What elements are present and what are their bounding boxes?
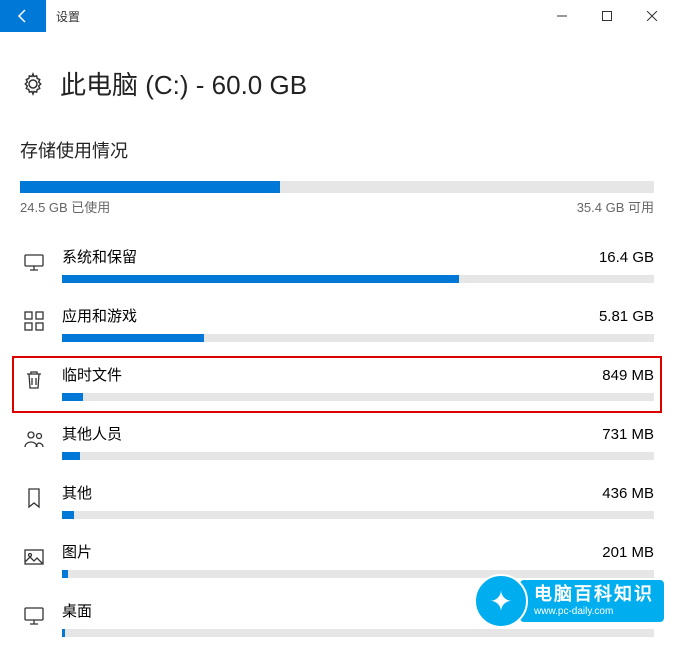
- category-system[interactable]: 系统和保留 16.4 GB: [20, 238, 654, 297]
- category-label: 应用和游戏: [62, 305, 137, 326]
- category-label: 临时文件: [62, 364, 122, 385]
- category-size: 201 MB: [602, 544, 654, 561]
- category-label: 其他: [62, 482, 92, 503]
- category-bar: [62, 452, 654, 460]
- window-title: 设置: [56, 8, 539, 25]
- category-size: 436 MB: [602, 485, 654, 502]
- category-temp[interactable]: 临时文件 849 MB: [12, 356, 662, 413]
- category-size: 16.4 GB: [599, 249, 654, 266]
- storage-total-bar: [20, 181, 654, 193]
- category-bar-fill: [62, 570, 68, 578]
- category-bar: [62, 334, 654, 342]
- category-label: 系统和保留: [62, 246, 137, 267]
- watermark-brand: 电脑百科知识: [534, 584, 654, 606]
- maximize-button[interactable]: [584, 0, 629, 32]
- close-button[interactable]: [629, 0, 674, 32]
- monitor-icon: [20, 602, 48, 630]
- category-bar: [62, 393, 654, 401]
- category-other[interactable]: 其他 436 MB: [20, 474, 654, 533]
- minimize-icon: [557, 11, 567, 21]
- category-body: 应用和游戏 5.81 GB: [62, 305, 654, 342]
- page-title: 此电脑 (C:) - 60.0 GB: [60, 65, 307, 102]
- category-body: 图片 201 MB: [62, 541, 654, 578]
- storage-overview: 24.5 GB 已使用 35.4 GB 可用: [20, 181, 654, 216]
- storage-free-label: 35.4 GB 可用: [577, 197, 654, 216]
- maximize-icon: [602, 11, 612, 21]
- title-bar: 设置: [0, 0, 674, 32]
- watermark-text: 电脑百科知识 www.pc-daily.com: [520, 580, 664, 622]
- arrow-left-icon: [15, 8, 31, 24]
- category-bar-fill: [62, 334, 204, 342]
- people-icon: [20, 425, 48, 453]
- window-controls: [539, 0, 674, 32]
- category-body: 其他人员 731 MB: [62, 423, 654, 460]
- picture-icon: [20, 543, 48, 571]
- category-label: 其他人员: [62, 423, 122, 444]
- category-size: 731 MB: [602, 426, 654, 443]
- watermark: ✦ 电脑百科知识 www.pc-daily.com: [474, 574, 664, 628]
- back-button[interactable]: [0, 0, 46, 32]
- category-others[interactable]: 其他人员 731 MB: [20, 415, 654, 474]
- category-body: 其他 436 MB: [62, 482, 654, 519]
- category-body: 系统和保留 16.4 GB: [62, 246, 654, 283]
- minimize-button[interactable]: [539, 0, 584, 32]
- storage-used-fill: [20, 181, 280, 193]
- category-size: 849 MB: [602, 367, 654, 384]
- category-body: 临时文件 849 MB: [62, 364, 654, 401]
- watermark-url: www.pc-daily.com: [534, 606, 654, 618]
- category-bar: [62, 275, 654, 283]
- category-label: 图片: [62, 541, 92, 562]
- trash-icon: [20, 366, 48, 394]
- computer-icon: [20, 248, 48, 276]
- bookmark-icon: [20, 484, 48, 512]
- category-label: 桌面: [62, 600, 92, 621]
- category-bar-fill: [62, 452, 80, 460]
- category-bar-fill: [62, 275, 459, 283]
- watermark-logo-icon: ✦: [474, 574, 528, 628]
- apps-icon: [20, 307, 48, 335]
- page-header: 此电脑 (C:) - 60.0 GB: [20, 65, 654, 102]
- section-title: 存储使用情况: [20, 137, 654, 163]
- category-bar: [62, 511, 654, 519]
- close-icon: [647, 11, 657, 21]
- gear-icon: [20, 71, 46, 97]
- category-apps[interactable]: 应用和游戏 5.81 GB: [20, 297, 654, 356]
- category-size: 5.81 GB: [599, 308, 654, 325]
- category-bar-fill: [62, 393, 83, 401]
- storage-used-label: 24.5 GB 已使用: [20, 197, 110, 216]
- category-bar-fill: [62, 511, 74, 519]
